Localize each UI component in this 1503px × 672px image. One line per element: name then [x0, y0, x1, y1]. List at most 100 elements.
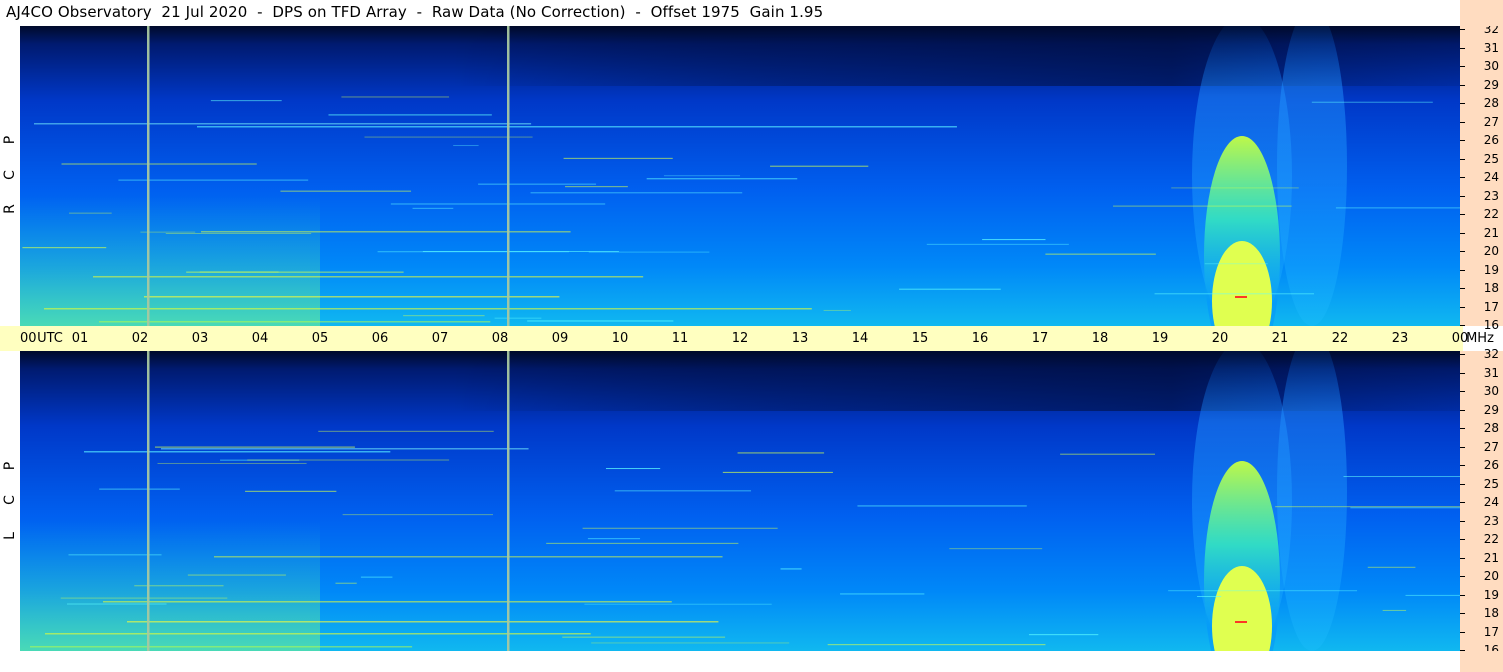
- time-tick-label: 05: [311, 331, 329, 346]
- spectrogram-signal-line: [99, 488, 180, 490]
- lcp-spectrogram: [20, 351, 1460, 651]
- frequency-tick-mark: [1460, 121, 1465, 123]
- spectrogram-signal-line: [588, 251, 710, 253]
- frequency-tick-mark: [1460, 483, 1465, 485]
- frequency-tick-label: 23: [1483, 188, 1499, 203]
- frequency-tick-mark: [1460, 47, 1465, 49]
- spectrogram-signal-line: [342, 514, 493, 516]
- spectrogram-signal-line: [144, 296, 560, 298]
- spectrogram-signal-line: [187, 574, 286, 576]
- frequency-tick-mark: [1460, 409, 1465, 411]
- frequency-tick-label: 16: [1483, 318, 1499, 332]
- time-tick-label: 03: [191, 331, 209, 346]
- frequency-tick-label: 19: [1483, 587, 1499, 602]
- frequency-tick-label: 25: [1483, 151, 1499, 166]
- spectrogram-signal-line: [44, 308, 812, 310]
- spectrogram-signal-line: [199, 271, 279, 273]
- frequency-tick-mark: [1460, 84, 1465, 86]
- frequency-tick-mark: [1460, 502, 1465, 503]
- spectrogram-signal-line: [1171, 187, 1299, 189]
- spectrogram-dropout-line: [507, 26, 510, 326]
- spectrogram-signal-line: [118, 179, 309, 181]
- spectrogram-signal-line: [563, 157, 673, 159]
- spectrogram-signal-line: [280, 190, 412, 192]
- frequency-axis-top-strip: [1460, 0, 1503, 26]
- frequency-tick-label: 27: [1483, 439, 1499, 454]
- spectrogram-signal-line: [663, 175, 741, 177]
- spectrogram-signal-line: [1343, 476, 1460, 478]
- spectrogram-signal-line: [127, 621, 719, 623]
- spectrogram-image: [20, 351, 1460, 651]
- spectrogram-rfi-spot: [1235, 621, 1247, 623]
- spectrogram-signal-line: [245, 490, 337, 492]
- spectrogram-signal-line: [530, 192, 743, 194]
- spectrogram-window: AJ4CO Observatory 21 Jul 2020 - DPS on T…: [0, 0, 1503, 672]
- frequency-axis-rcp: 32 31 30 29 28 27 26 25 24 23 22 21 20 19 18 17 16: [1460, 22, 1503, 332]
- spectrogram-signal-line: [1382, 609, 1407, 611]
- frequency-tick-mark: [1460, 576, 1465, 577]
- spectrogram-dropout-line: [507, 351, 510, 651]
- frequency-tick-label: 17: [1483, 624, 1499, 639]
- spectrogram-signal-line: [328, 114, 492, 116]
- frequency-axis-lcp: 32 31 30 29 28 27 26 25 24 23 22 21 20 19 18 17 16: [1460, 347, 1503, 657]
- frequency-tick-mark: [1460, 428, 1465, 429]
- spectrogram-signal-line: [1204, 263, 1268, 265]
- frequency-tick-label: 26: [1483, 458, 1499, 472]
- frequency-tick-label: 21: [1483, 225, 1499, 240]
- spectrogram-signal-line: [103, 601, 672, 603]
- time-tick-label: 20: [1211, 331, 1229, 346]
- spectrogram-signal-line: [478, 183, 597, 185]
- spectrogram-signal-line: [157, 462, 307, 464]
- frequency-tick-mark: [1460, 306, 1465, 308]
- time-tick-label: 23: [1391, 331, 1409, 346]
- frequency-tick-label: 23: [1483, 513, 1499, 528]
- frequency-tick-mark: [1460, 140, 1465, 141]
- side-label-char: P: [2, 461, 18, 471]
- time-tick-label: 22: [1331, 331, 1349, 346]
- spectrogram-signal-line: [823, 309, 851, 311]
- time-tick-label: 16: [971, 331, 989, 346]
- spectrogram-signal-line: [30, 646, 413, 648]
- spectrogram-signal-line: [84, 451, 391, 453]
- rcp-spectrogram: [20, 26, 1460, 326]
- time-tick-label: 06: [371, 331, 389, 346]
- frequency-tick-label: 26: [1483, 133, 1499, 147]
- spectrogram-signal-line: [453, 145, 479, 147]
- time-tick-label: 07: [431, 331, 449, 346]
- frequency-tick-mark: [1460, 613, 1465, 614]
- frequency-tick-label: 17: [1483, 299, 1499, 314]
- spectrogram-signal-line: [341, 96, 450, 98]
- time-tick-label: 14: [851, 331, 869, 346]
- frequency-tick-mark: [1460, 29, 1465, 30]
- frequency-tick-mark: [1460, 594, 1465, 596]
- spectrogram-signal-line: [582, 527, 778, 529]
- frequency-tick-mark: [1460, 372, 1465, 374]
- frequency-tick-label: 25: [1483, 476, 1499, 491]
- time-tick-label: 11: [671, 331, 689, 346]
- frequency-tick-label: 18: [1483, 281, 1499, 295]
- spectrogram-signal-line: [66, 603, 167, 605]
- spectrogram-signal-line: [377, 251, 570, 253]
- spectrogram-signal-line: [197, 126, 957, 128]
- spectrogram-signal-line: [99, 321, 491, 323]
- frequency-tick-mark: [1460, 177, 1465, 178]
- spectrogram-signal-line: [857, 505, 1027, 507]
- spectrogram-signal-line: [165, 232, 312, 234]
- frequency-tick-label: 20: [1483, 569, 1499, 583]
- spectrogram-signal-line: [737, 452, 825, 454]
- spectrogram-signal-line: [318, 430, 494, 432]
- spectrogram-signal-line: [1197, 596, 1222, 598]
- frequency-tick-label: 18: [1483, 606, 1499, 620]
- spectrogram-rfi-spot: [1235, 296, 1247, 298]
- time-tick-label: 02: [131, 331, 149, 346]
- frequency-tick-label: 19: [1483, 262, 1499, 277]
- spectrogram-signal-line: [614, 490, 752, 492]
- time-tick-label: 08: [491, 331, 509, 346]
- spectrogram-signal-line: [1113, 205, 1292, 207]
- frequency-tick-label: 21: [1483, 550, 1499, 565]
- time-tick-label: 21: [1271, 331, 1289, 346]
- frequency-tick-label: 22: [1483, 207, 1499, 221]
- frequency-tick-label: 28: [1483, 96, 1499, 110]
- spectrogram-signal-line: [1350, 507, 1460, 509]
- spectrogram-signal-line: [61, 163, 257, 165]
